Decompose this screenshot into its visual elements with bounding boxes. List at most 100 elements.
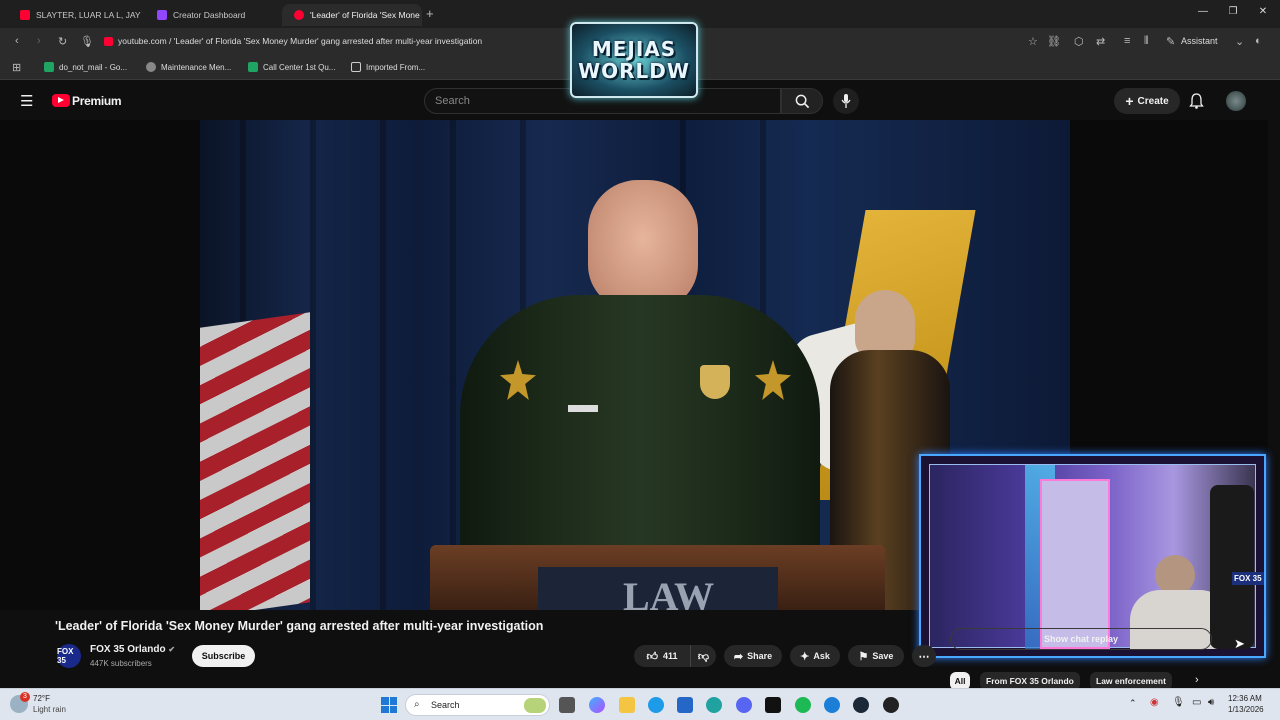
obs-icon[interactable] — [883, 697, 899, 713]
translate-icon[interactable]: ⇄ — [1096, 35, 1105, 48]
notifications-bell-icon[interactable] — [1189, 93, 1204, 109]
tray-app-icon[interactable]: ◉ — [1150, 697, 1159, 708]
tray-chevron-up-icon[interactable]: ⌃ — [1129, 698, 1137, 709]
ask-label: Ask — [813, 651, 830, 661]
dislike-button[interactable]: 👎︎ — [690, 645, 716, 667]
name-tag — [568, 405, 598, 412]
curtain-fold — [450, 120, 456, 610]
reload-icon[interactable]: ↻ — [58, 35, 67, 48]
video-title: 'Leader' of Florida 'Sex Money Murder' g… — [55, 619, 544, 633]
sheets-icon — [248, 62, 258, 72]
play-triangle-icon — [58, 97, 64, 103]
browser-tab[interactable]: SLAYTER, LUAR LA L, JAY WH — [8, 4, 143, 26]
channel-name-text: FOX 35 Orlando — [90, 644, 166, 655]
app-icon[interactable] — [824, 697, 840, 713]
steam-icon[interactable] — [853, 697, 869, 713]
store-icon[interactable] — [677, 697, 693, 713]
channel-watermark[interactable]: FOX 35 — [1232, 572, 1264, 585]
subscriber-count: 447K subscribers — [90, 659, 152, 668]
taskbar-time[interactable]: 12:36 AM — [1228, 694, 1262, 703]
copilot-icon[interactable] — [589, 697, 605, 713]
chevron-down-icon[interactable]: ⌄ — [1235, 35, 1244, 48]
volume-icon[interactable]: 🔊︎ — [1208, 697, 1214, 708]
bookmark-item[interactable]: Imported From... — [351, 62, 425, 72]
podium-text: LAW — [623, 574, 715, 610]
ask-button[interactable]: ✦ Ask — [790, 645, 840, 667]
file-explorer-icon[interactable] — [619, 697, 635, 713]
profile-menu-icon[interactable]: ◐ — [1255, 35, 1262, 47]
site-favicon-icon — [104, 37, 113, 46]
youtube-favicon-icon — [20, 10, 30, 20]
share-button[interactable]: ➦ Share — [724, 645, 782, 667]
browser-tab[interactable]: Creator Dashboard — [145, 4, 280, 26]
streamer-head — [1155, 555, 1195, 595]
back-icon[interactable]: ‹ — [15, 35, 19, 47]
youtube-logo-icon[interactable] — [52, 94, 70, 107]
youtube-premium-logo[interactable]: Premium — [72, 94, 122, 108]
chevron-right-icon[interactable]: › — [1195, 674, 1199, 686]
menu-lines-icon[interactable]: ≡ — [1124, 35, 1130, 47]
create-button[interactable]: + Create — [1114, 88, 1180, 114]
create-label: Create — [1137, 95, 1169, 107]
microphone-icon[interactable]: 🎙 — [80, 35, 94, 48]
youtube-favicon-icon — [294, 10, 304, 20]
bookmark-item[interactable]: Maintenance Men... — [146, 62, 231, 72]
forward-icon[interactable]: › — [37, 35, 41, 47]
search-button[interactable] — [781, 88, 823, 114]
tab-label: 'Leader' of Florida 'Sex Mone — [310, 10, 420, 20]
taskbar-search[interactable]: ⌕ Search — [405, 694, 550, 716]
bookmark-item[interactable]: do_not_mail - Go... — [44, 62, 127, 72]
close-icon[interactable]: ✕ — [1248, 6, 1278, 17]
link-icon[interactable]: ⛓ — [1047, 35, 1061, 48]
spotify-icon[interactable] — [795, 697, 811, 713]
display-icon[interactable]: ▭ — [1192, 697, 1201, 708]
avatar[interactable] — [1226, 91, 1246, 111]
taskbar-search-label: Search — [431, 700, 460, 710]
door — [1040, 479, 1110, 649]
bookmark-label: Imported From... — [366, 62, 426, 72]
bookmark-label: Call Center 1st Qu... — [263, 62, 336, 72]
hamburger-menu-icon[interactable]: ☰ — [20, 92, 33, 110]
save-label: Save — [872, 651, 894, 661]
show-chat-replay-button[interactable]: Show chat replay — [950, 628, 1212, 650]
tray-mic-icon[interactable]: 🎙︎ — [1172, 697, 1185, 708]
channel-avatar[interactable]: FOX 35 — [57, 644, 81, 668]
sheets-icon — [44, 62, 54, 72]
bookmark-label: Maintenance Men... — [161, 62, 232, 72]
browser-tab-active[interactable]: 'Leader' of Florida 'Sex Mone — [282, 4, 422, 26]
taskbar-date[interactable]: 1/13/2026 — [1228, 705, 1264, 714]
bookmark-icon: ⚑ — [858, 650, 869, 663]
subscribe-button[interactable]: Subscribe — [192, 645, 255, 667]
maximize-icon[interactable]: ❐ — [1218, 6, 1248, 17]
extension-icon[interactable]: ⬡ — [1074, 35, 1084, 48]
bookmark-star-icon[interactable]: ☆ — [1028, 35, 1038, 48]
channel-name[interactable]: FOX 35 Orlando ✔ — [90, 644, 175, 655]
video-player[interactable]: LAW FOX 35 — [0, 120, 1268, 658]
assistant-button[interactable]: Assistant — [1181, 36, 1218, 46]
new-tab-icon[interactable]: + — [426, 6, 434, 21]
like-button[interactable]: 👍︎ 411 — [634, 645, 690, 667]
overlay-logo-line1: MEJIAS — [591, 37, 677, 61]
verified-check-icon: ✔ — [168, 645, 176, 654]
weather-temperature[interactable]: 72°F — [33, 694, 50, 703]
bookmark-item[interactable]: Call Center 1st Qu... — [248, 62, 335, 72]
windows-taskbar: 3 72°F Light rain ⌕ Search ⌃ ◉ 🎙︎ ▭ 🔊︎ 1… — [0, 688, 1280, 720]
share-label: Share — [747, 651, 773, 661]
curtain-fold — [310, 120, 316, 610]
assistant-icon[interactable]: ✎ — [1166, 35, 1175, 48]
address-bar[interactable]: youtube.com / 'Leader' of Florida 'Sex M… — [118, 36, 482, 46]
windows-start-icon[interactable] — [381, 697, 397, 713]
edge-browser-icon[interactable] — [648, 697, 664, 713]
minimize-icon[interactable]: — — [1188, 6, 1218, 17]
save-button[interactable]: ⚑ Save — [848, 645, 904, 667]
weather-description: Light rain — [33, 705, 66, 714]
equalizer-icon[interactable]: ⫴ — [1144, 35, 1149, 48]
voice-search-button[interactable] — [833, 88, 859, 114]
discord-icon[interactable] — [736, 697, 752, 713]
more-actions-button[interactable]: ⋯ — [912, 645, 936, 667]
browser-app-icon[interactable] — [706, 697, 722, 713]
tab-label: SLAYTER, LUAR LA L, JAY WH — [36, 10, 143, 20]
apps-grid-icon[interactable]: ⊞ — [12, 61, 21, 74]
task-view-icon[interactable] — [559, 697, 575, 713]
notion-icon[interactable] — [765, 697, 781, 713]
